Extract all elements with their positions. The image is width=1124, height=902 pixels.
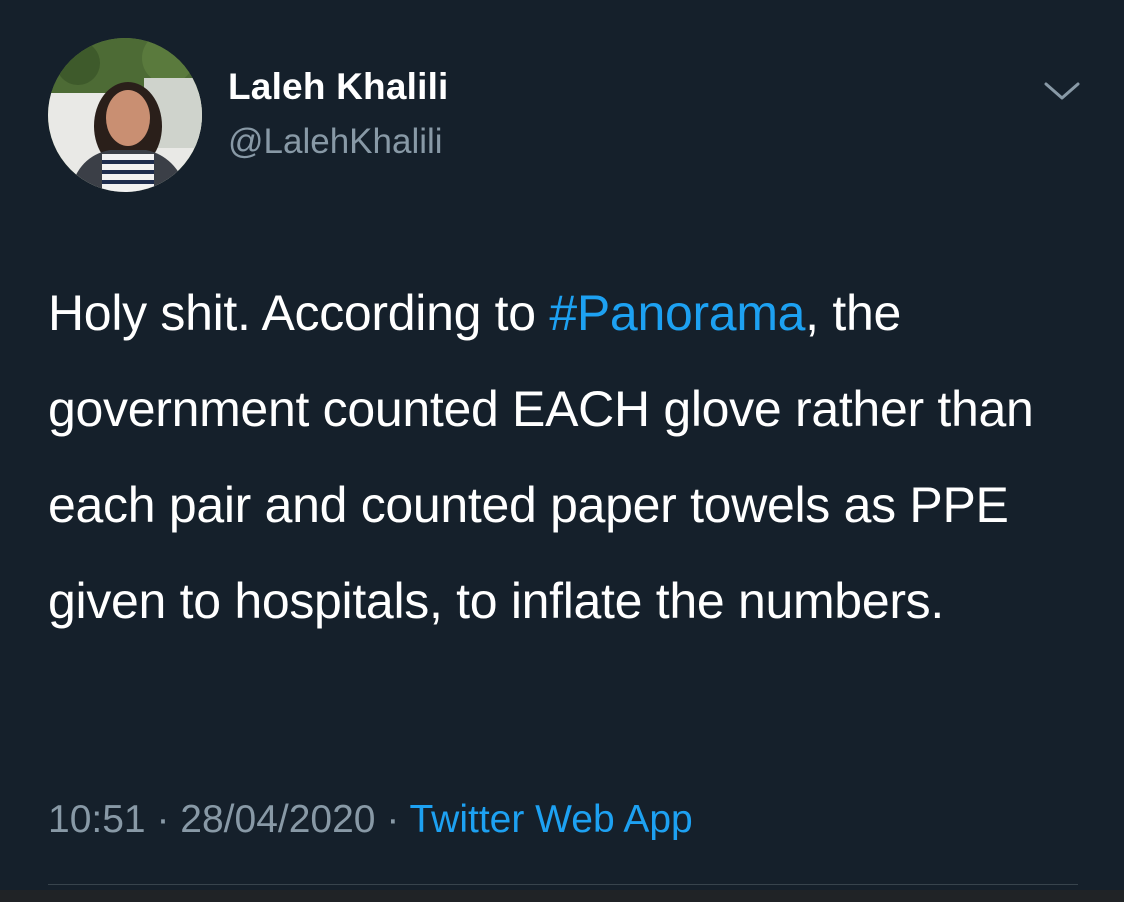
tweet-text-intro: Holy shit. According to (48, 285, 550, 341)
hashtag-link[interactable]: #Panorama (549, 285, 805, 341)
author-display-name[interactable]: Laleh Khalili (228, 66, 449, 108)
tweet-time[interactable]: 10:51 (48, 798, 146, 841)
author-handle[interactable]: @LalehKhalili (228, 122, 443, 162)
avatar[interactable] (48, 38, 202, 192)
bottom-edge (0, 890, 1124, 902)
separator-dot: · (156, 798, 170, 841)
tweet-source-link[interactable]: Twitter Web App (409, 798, 692, 841)
chevron-down-icon[interactable] (1040, 74, 1084, 106)
tweet-card: Laleh Khalili @LalehKhalili Holy shit. A… (0, 0, 1124, 890)
tweet-metadata: 10:51 · 28/04/2020 · Twitter Web App (48, 798, 693, 842)
tweet-text: Holy shit. According to #Panorama, the g… (48, 265, 1078, 649)
avatar-image (48, 38, 202, 192)
divider (48, 884, 1078, 885)
separator-dot: · (386, 798, 400, 841)
tweet-date[interactable]: 28/04/2020 (180, 798, 375, 841)
